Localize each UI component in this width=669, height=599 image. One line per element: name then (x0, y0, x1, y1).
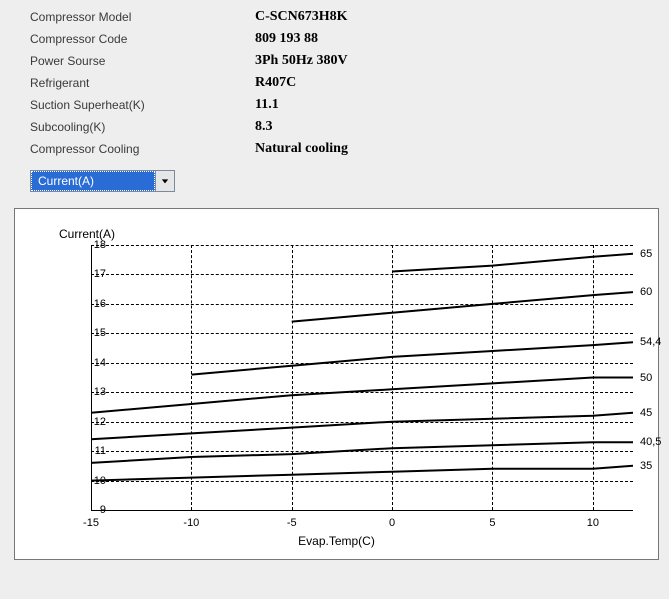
series-end-label: 60 (640, 286, 669, 298)
spec-row-refrigerant: Refrigerant R407C (30, 72, 659, 94)
y-tick-label: 15 (66, 327, 106, 339)
y-tick-label: 9 (66, 504, 106, 516)
x-tick-label: -5 (277, 517, 307, 529)
gridline-h (91, 333, 633, 334)
spec-row-model: Compressor Model C-SCN673H8K (30, 6, 659, 28)
gridline-h (91, 363, 633, 364)
y-tick-label: 11 (66, 445, 106, 457)
spec-row-superheat: Suction Superheat(K) 11.1 (30, 94, 659, 116)
x-tick-label: -10 (176, 517, 206, 529)
spec-value: 3Ph 50Hz 380V (255, 53, 348, 69)
y-tick-label: 14 (66, 357, 106, 369)
series-end-label: 35 (640, 460, 669, 472)
gridline-h (91, 304, 633, 305)
spec-value: 8.3 (255, 119, 273, 135)
y-tick-label: 10 (66, 475, 106, 487)
spec-value: C-SCN673H8K (255, 9, 348, 25)
x-tick-label: 0 (377, 517, 407, 529)
y-tick-label: 12 (66, 416, 106, 428)
y-tick-label: 17 (66, 268, 106, 280)
series-end-label: 54,4 (640, 336, 669, 348)
plot-area (91, 245, 633, 510)
x-tick-label: 10 (578, 517, 608, 529)
series-end-label: 45 (640, 407, 669, 419)
y-tick-label: 16 (66, 298, 106, 310)
spec-value: 11.1 (255, 97, 279, 113)
spec-table: Compressor Model C-SCN673H8K Compressor … (0, 0, 669, 164)
x-tick-label: -15 (76, 517, 106, 529)
spec-value: R407C (255, 75, 296, 91)
spec-value: Natural cooling (255, 141, 348, 157)
spec-value: 809 193 88 (255, 31, 318, 47)
spec-label: Subcooling(K) (30, 120, 255, 134)
spec-row-power: Power Sourse 3Ph 50Hz 380V (30, 50, 659, 72)
gridline-h (91, 451, 633, 452)
y-tick-label: 18 (66, 239, 106, 251)
spec-row-code: Compressor Code 809 193 88 (30, 28, 659, 50)
gridline-v (91, 245, 92, 510)
spec-label: Power Sourse (30, 54, 255, 68)
gridline-v (593, 245, 594, 510)
gridline-h (91, 422, 633, 423)
spec-label: Refrigerant (30, 76, 255, 90)
spec-row-cooling: Compressor Cooling Natural cooling (30, 138, 659, 160)
chart-type-selected: Current(A) (31, 171, 155, 191)
x-tick-label: 5 (477, 517, 507, 529)
y-tick-label: 13 (66, 386, 106, 398)
gridline-h (91, 392, 633, 393)
gridline-v (392, 245, 393, 510)
chart: Current(A) Evap.Temp(C) 9101112131415161… (14, 208, 659, 560)
gridline-v (191, 245, 192, 510)
gridline-h (91, 510, 633, 511)
spec-row-subcooling: Subcooling(K) 8.3 (30, 116, 659, 138)
gridline-h (91, 245, 633, 246)
gridline-v (292, 245, 293, 510)
gridline-h (91, 274, 633, 275)
spec-label: Suction Superheat(K) (30, 98, 255, 112)
series-end-label: 50 (640, 372, 669, 384)
gridline-v (492, 245, 493, 510)
x-axis-title: Evap.Temp(C) (15, 534, 658, 548)
spec-label: Compressor Cooling (30, 142, 255, 156)
gridline-h (91, 481, 633, 482)
series-end-label: 65 (640, 248, 669, 260)
spec-label: Compressor Model (30, 10, 255, 24)
spec-label: Compressor Code (30, 32, 255, 46)
chart-type-select[interactable]: Current(A) (30, 170, 175, 192)
series-end-label: 40,5 (640, 436, 669, 448)
chevron-down-icon (155, 171, 174, 191)
